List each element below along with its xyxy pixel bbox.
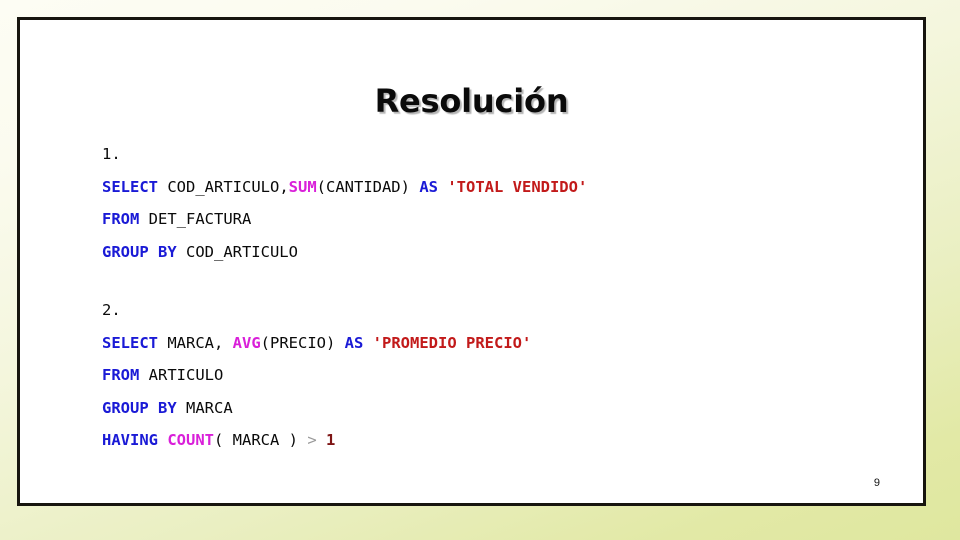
sql-token-plain: [317, 431, 326, 449]
page-title: Resolución: [374, 82, 569, 120]
sql-code-line: FROM ARTICULO: [102, 359, 883, 392]
sql-token-plain: DET_FACTURA: [139, 210, 252, 228]
code-block-spacer: [102, 268, 883, 294]
sql-code-body: 1. SELECT COD_ARTICULO,SUM(CANTIDAD) AS '…: [102, 138, 883, 457]
sql-token-plain: COD_ARTICULO,: [158, 177, 289, 196]
sql-token-function: COUNT: [167, 431, 215, 449]
sql-token-plain: (PRECIO): [260, 333, 345, 352]
sql-token-plain: [158, 431, 167, 449]
sql-token-function: SUM: [288, 177, 317, 196]
sql-code-line: HAVING COUNT( MARCA ) > 1: [102, 424, 883, 457]
sql-token-keyword: SELECT: [102, 333, 158, 352]
sql-code-line: SELECT MARCA, AVG(PRECIO) AS 'PROMEDIO P…: [102, 327, 883, 360]
sql-token-plain: MARCA: [176, 398, 233, 417]
sql-token-keyword: FROM: [102, 210, 140, 228]
sql-code-line: GROUP BY COD_ARTICULO: [102, 236, 883, 269]
sql-token-plain: [363, 334, 372, 352]
sql-token-string: 'PROMEDIO PRECIO': [372, 333, 532, 352]
code-block-marker: 1.: [102, 145, 121, 163]
sql-token-plain: MARCA,: [158, 333, 233, 352]
sql-token-keyword: GROUP BY: [102, 242, 177, 261]
sql-token-plain: COD_ARTICULO: [176, 242, 298, 261]
sql-token-keyword: FROM: [102, 366, 140, 384]
slide-canvas: Resolución 1. SELECT COD_ARTICULO,SUM(CAN…: [17, 17, 926, 506]
sql-token-keyword: AS: [344, 333, 364, 352]
page-number: 9: [873, 477, 880, 489]
sql-token-plain: ( MARCA ): [214, 431, 308, 449]
sql-token-plain: (CANTIDAD): [316, 177, 420, 196]
sql-token-keyword: GROUP BY: [102, 398, 177, 417]
sql-token-operator: >: [307, 431, 317, 449]
sql-code-line: GROUP BY MARCA: [102, 392, 883, 425]
sql-token-keyword: SELECT: [102, 177, 158, 196]
sql-token-number: 1: [326, 431, 336, 449]
sql-token-keyword: AS: [419, 177, 438, 196]
sql-token-plain: [438, 178, 447, 196]
sql-code-line: FROM DET_FACTURA: [102, 203, 883, 236]
sql-token-function: AVG: [232, 333, 261, 352]
sql-token-string: 'TOTAL VENDIDO': [447, 177, 588, 196]
sql-token-keyword: HAVING: [102, 431, 158, 449]
sql-token-plain: ARTICULO: [139, 366, 224, 384]
code-block-marker: 2.: [102, 301, 121, 319]
sql-code-line: SELECT COD_ARTICULO,SUM(CANTIDAD) AS 'TO…: [102, 171, 883, 204]
